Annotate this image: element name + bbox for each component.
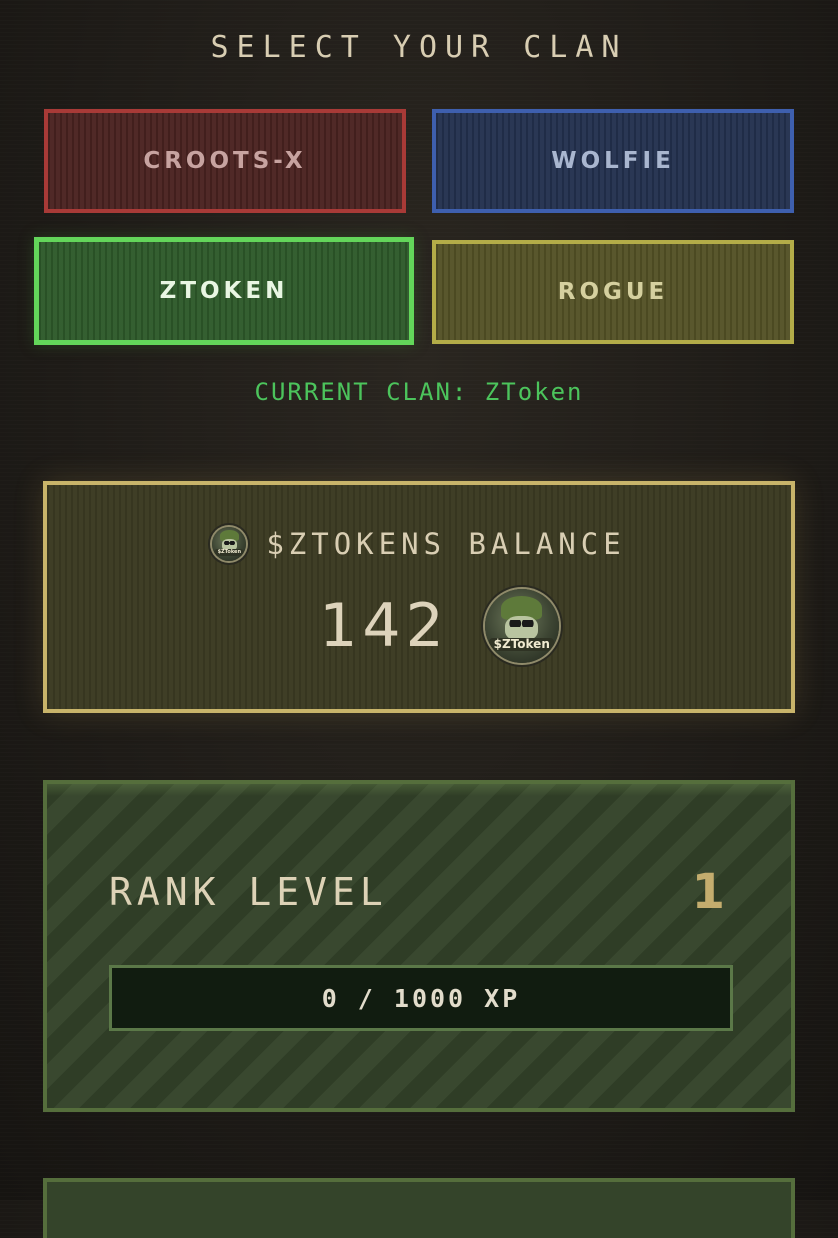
balance-card: $ZToken $ZTOKENS BALANCE 142 $ZToken bbox=[43, 481, 795, 713]
clan-button-label: ROGUE bbox=[557, 279, 669, 305]
rank-level-value: 1 bbox=[691, 864, 725, 920]
current-clan-status: CURRENT CLAN: ZToken bbox=[254, 378, 584, 406]
ztoken-coin-icon: $ZToken bbox=[212, 527, 247, 561]
balance-row: 142 $ZToken bbox=[47, 589, 791, 663]
xp-progress-bar: 0 / 1000 XP bbox=[109, 965, 733, 1031]
xp-progress-text: 0 / 1000 XP bbox=[321, 983, 521, 1013]
clan-button-label: CROOTS-X bbox=[143, 148, 307, 174]
rank-card: RANK LEVEL 1 0 / 1000 XP bbox=[43, 780, 795, 1112]
clan-button-croots-x[interactable]: CROOTS-X bbox=[44, 109, 406, 213]
balance-header: $ZToken $ZTOKENS BALANCE bbox=[47, 527, 791, 561]
balance-value: 142 bbox=[319, 591, 449, 661]
clan-button-label: ZTOKEN bbox=[159, 278, 289, 304]
coin-eyes bbox=[223, 541, 236, 545]
coin-ribbon-label: $ZToken bbox=[214, 549, 245, 556]
clan-button-rogue[interactable]: ROGUE bbox=[432, 240, 794, 344]
coin-eyes bbox=[509, 620, 535, 628]
ztoken-coin-icon: $ZToken bbox=[484, 589, 559, 663]
coin-ribbon-label: $ZToken bbox=[489, 637, 555, 651]
balance-title: $ZTOKENS BALANCE bbox=[266, 527, 626, 561]
next-panel bbox=[43, 1178, 795, 1238]
clan-button-ztoken[interactable]: ZTOKEN bbox=[34, 237, 414, 345]
page-title: SELECT YOUR CLAN bbox=[210, 30, 628, 65]
clan-button-label: WOLFIE bbox=[551, 148, 675, 174]
rank-label: RANK LEVEL bbox=[109, 870, 388, 914]
clan-button-wolfie[interactable]: WOLFIE bbox=[432, 109, 794, 213]
